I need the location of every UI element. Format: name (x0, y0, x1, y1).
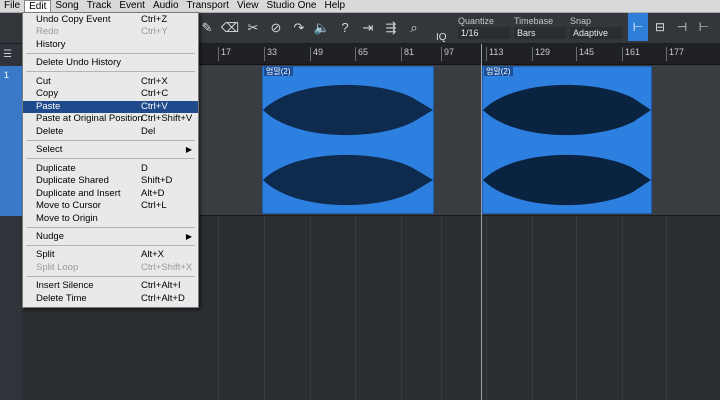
timebase-select[interactable]: Bars (514, 27, 566, 39)
audio-clip[interactable]: 엄말(2) (262, 66, 434, 214)
menu-separator (26, 140, 195, 141)
pencil-icon[interactable]: ✎ (196, 17, 218, 39)
track-lane[interactable]: 엄말(2) 엄말(2) (176, 65, 720, 216)
menu-item-move-to-origin[interactable]: Move to Origin (23, 213, 198, 225)
menu-audio[interactable]: Audio (149, 0, 183, 12)
menu-separator (26, 53, 195, 54)
menu-item-delete-undo-history[interactable]: Delete Undo History (23, 57, 198, 69)
snap-group: Snap Adaptive (570, 15, 622, 39)
zoom-follow-icon[interactable]: ⇶ (380, 17, 402, 39)
waveform (483, 84, 651, 206)
menu-item-delete[interactable]: Delete Del (23, 126, 198, 138)
listen-icon[interactable]: 🔈 (311, 17, 333, 39)
menu-item-duplicate-insert[interactable]: Duplicate and Insert Alt+D (23, 188, 198, 200)
ruler-tick: 145 (575, 47, 595, 61)
bend-icon[interactable]: ↷ (288, 17, 310, 39)
menu-song[interactable]: Song (51, 0, 82, 12)
snap-toggle-button[interactable]: ⊢ (628, 13, 648, 41)
menu-item-select[interactable]: Select ▶ (23, 144, 198, 156)
menu-separator (26, 245, 195, 246)
menu-item-paste[interactable]: Paste Ctrl+V (23, 101, 198, 113)
menu-studio-one[interactable]: Studio One (262, 0, 320, 12)
split-icon[interactable]: ✂ (242, 17, 264, 39)
ruler-tick: 129 (531, 47, 551, 61)
ruler-tick: 17 (217, 47, 232, 61)
quantize-select[interactable]: 1/16 (458, 27, 510, 39)
menu-item-nudge[interactable]: Nudge ▶ (23, 231, 198, 243)
menu-track[interactable]: Track (83, 0, 116, 12)
ripple-right-button[interactable]: ⊢ (694, 13, 714, 41)
snap-label: Snap (570, 16, 592, 26)
menu-item-duplicate[interactable]: Duplicate D (23, 163, 198, 175)
playhead-cursor[interactable] (481, 44, 482, 400)
menu-help[interactable]: Help (320, 0, 349, 12)
list-menu-icon[interactable]: ☰ (3, 50, 17, 60)
menu-item-cut[interactable]: Cut Ctrl+X (23, 76, 198, 88)
waveform (263, 84, 433, 206)
timeline-ruler[interactable]: 17 33 49 65 81 97 113 129 145 161 177 (176, 44, 720, 65)
menu-view[interactable]: View (233, 0, 263, 12)
ruler-tick: 177 (665, 47, 685, 61)
zoom-icon[interactable]: ⌕ (403, 17, 425, 39)
track-header[interactable]: 1 (0, 66, 23, 216)
snap-select[interactable]: Adaptive (570, 27, 622, 39)
scroll-icon[interactable]: ⇥ (357, 17, 379, 39)
quantize-label: Quantize (458, 16, 495, 26)
menu-item-redo[interactable]: Redo Ctrl+Y (23, 26, 198, 38)
submenu-arrow-icon: ▶ (185, 145, 192, 154)
snap-events-button[interactable]: ⊟ (650, 13, 670, 41)
clip-name: 엄말(2) (264, 67, 293, 76)
menu-item-duplicate-shared[interactable]: Duplicate Shared Shift+D (23, 175, 198, 187)
menu-event[interactable]: Event (115, 0, 149, 12)
help-icon[interactable]: ? (334, 17, 356, 39)
menu-separator (26, 71, 195, 72)
menu-file[interactable]: File (0, 0, 24, 12)
arrangement-view[interactable]: 엄말(2) 엄말(2) (176, 65, 720, 400)
clip-name: 엄말(2) (484, 67, 513, 76)
ripple-left-button[interactable]: ⊣ (672, 13, 692, 41)
mute-icon[interactable]: ⊘ (265, 17, 287, 39)
menu-item-move-to-cursor[interactable]: Move to Cursor Ctrl+L (23, 200, 198, 212)
menu-item-insert-silence[interactable]: Insert Silence Ctrl+Alt+I (23, 280, 198, 292)
track-number: 1 (4, 70, 10, 80)
menu-item-paste-original[interactable]: Paste at Original Position Ctrl+Shift+V (23, 113, 198, 125)
ruler-tick: 97 (440, 47, 455, 61)
eraser-icon[interactable]: ⌫ (219, 17, 241, 39)
timebase-label: Timebase (514, 16, 554, 26)
menu-item-undo[interactable]: Undo Copy Event Ctrl+Z (23, 14, 198, 26)
tool-icons: ✎ ⌫ ✂ ⊘ ↷ 🔈 ? ⇥ ⇶ ⌕ (196, 17, 425, 39)
ruler-tick: 81 (400, 47, 415, 61)
timebase-group: Timebase Bars (514, 15, 566, 39)
ruler-tick: 113 (485, 47, 504, 61)
menu-separator (26, 158, 195, 159)
iq-button[interactable]: IQ (436, 32, 447, 43)
menu-item-copy[interactable]: Copy Ctrl+C (23, 88, 198, 100)
menu-transport[interactable]: Transport (183, 0, 233, 12)
ruler-tick: 161 (621, 47, 641, 61)
menu-item-history[interactable]: History (23, 39, 198, 51)
ruler-tick: 49 (309, 47, 324, 61)
ruler-tick: 33 (263, 47, 278, 61)
menu-item-split-loop[interactable]: Split Loop Ctrl+Shift+X (23, 262, 198, 274)
menu-item-split[interactable]: Split Alt+X (23, 249, 198, 261)
menu-separator (26, 227, 195, 228)
submenu-arrow-icon: ▶ (185, 232, 192, 241)
menu-edit[interactable]: Edit (24, 0, 52, 12)
quantize-group: Quantize 1/16 (458, 15, 510, 39)
menu-separator (26, 276, 195, 277)
menu-item-delete-time[interactable]: Delete Time Ctrl+Alt+D (23, 293, 198, 305)
audio-clip[interactable]: 엄말(2) (482, 66, 652, 214)
ruler-tick: 65 (354, 47, 369, 61)
edit-menu-dropdown: Undo Copy Event Ctrl+Z Redo Ctrl+Y History… (22, 12, 199, 308)
